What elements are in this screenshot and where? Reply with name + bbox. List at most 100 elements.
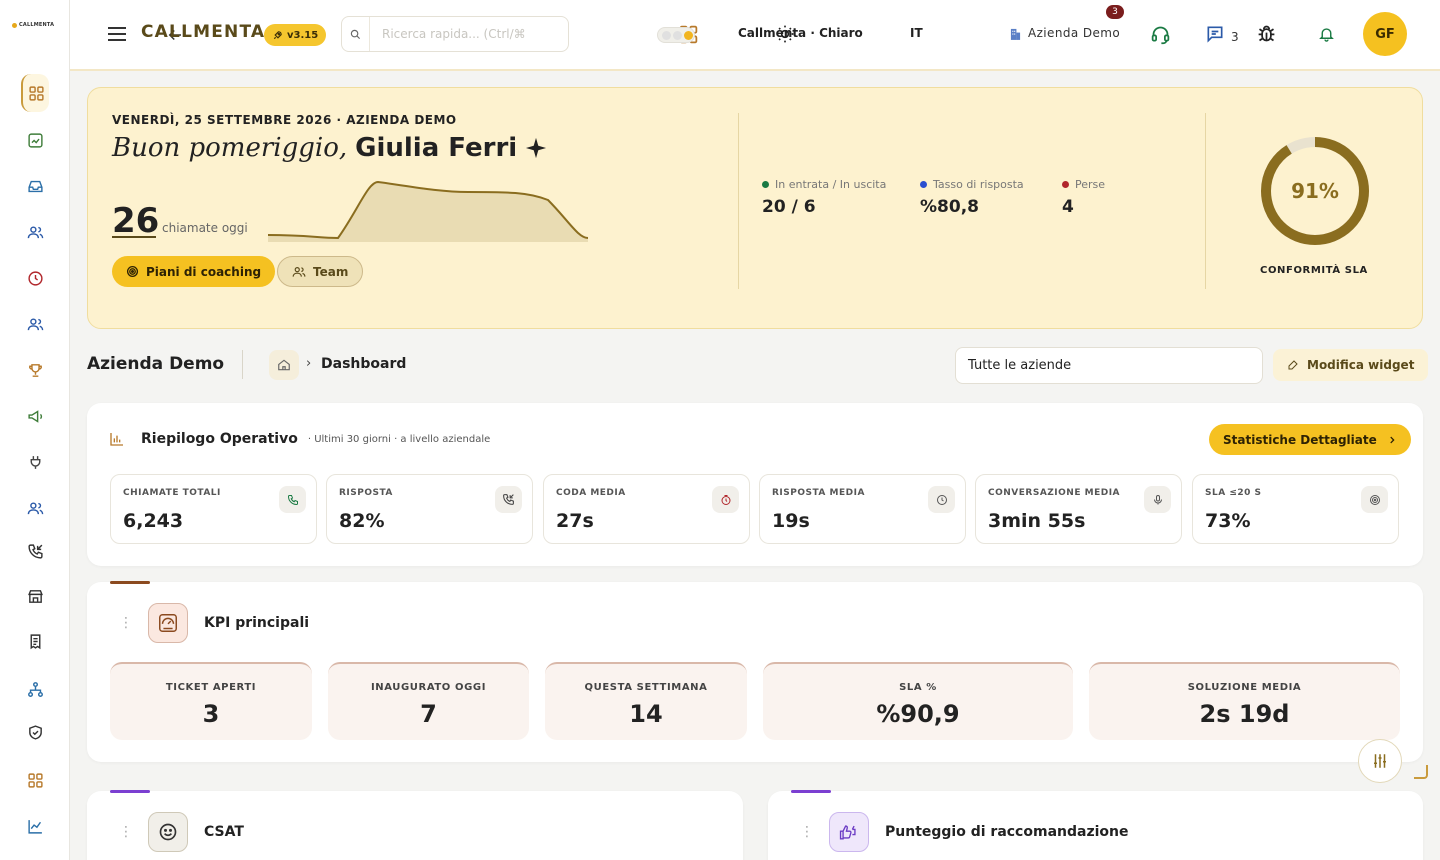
stat-value: 20 / 6 [762, 197, 816, 217]
headset-icon [1151, 26, 1170, 45]
sla-ring: 91% [1261, 137, 1369, 245]
kpi-value: 14 [629, 700, 663, 728]
bug-icon [1258, 25, 1275, 42]
sidebar-item-documents[interactable] [22, 628, 48, 654]
quick-search[interactable] [341, 16, 569, 52]
grid-icon [27, 772, 43, 788]
home-button[interactable] [269, 350, 299, 380]
bell-icon [1319, 28, 1334, 42]
status-dot-blue [920, 181, 927, 188]
sidebar-item-team[interactable] [22, 495, 48, 521]
metric-tile: CODA MEDIA 27s [543, 474, 750, 544]
sidebar-item-history[interactable] [22, 265, 48, 291]
drag-handle-icon[interactable]: ⋮ [119, 824, 133, 840]
sidebar-item-analytics[interactable] [22, 813, 48, 839]
nps-icon-box [829, 812, 869, 852]
metric-tile: RISPOSTA 82% [326, 474, 533, 544]
sidebar-item-reports[interactable] [22, 127, 48, 153]
chevron-right-icon [1390, 436, 1395, 443]
clock-icon [27, 270, 43, 286]
csat-title: CSAT [204, 824, 244, 840]
theme-toggle[interactable] [657, 27, 695, 43]
metric-value: 3min 55s [988, 510, 1086, 532]
kpi-icon-box [148, 603, 188, 643]
kpi-value: 3 [202, 700, 220, 728]
logo-mark [12, 22, 17, 28]
csat-header: ⋮ CSAT [119, 812, 244, 852]
metric-label: CODA MEDIA [556, 488, 626, 498]
sidebar-item-hierarchy[interactable] [22, 676, 48, 702]
kpi-accent-bar [110, 581, 150, 584]
bug-report-button[interactable] [1256, 23, 1277, 44]
edit-icon [1288, 360, 1298, 370]
menu-button[interactable] [106, 25, 128, 43]
summary-header: Riepilogo Operativo · Ultimi 30 giorni ·… [109, 431, 490, 447]
theme-label: Callmenta · Chiaro [738, 26, 863, 40]
edit-widget-button[interactable]: Modifica widget [1273, 349, 1429, 381]
notifications-button[interactable] [1318, 25, 1335, 43]
detailed-stats-button[interactable]: Statistiche Dettagliate [1209, 424, 1411, 455]
search-input[interactable] [370, 27, 560, 41]
drag-handle-icon[interactable]: ⋮ [800, 824, 814, 840]
timer-icon [721, 494, 730, 505]
sidebar-item-widgets[interactable] [22, 767, 48, 793]
logo[interactable]: CALLMENTA [12, 22, 54, 28]
stat-inbound-outbound: In entrata / In uscita 20 / 6 [762, 178, 886, 217]
kpi-label: TICKET APERTI [165, 682, 257, 693]
sidebar-item-contacts[interactable] [22, 219, 48, 245]
language-switch[interactable]: IT [910, 26, 923, 40]
version-label: v3.15 [287, 29, 319, 41]
sidebar-item-integrations[interactable] [22, 449, 48, 475]
users-icon [27, 225, 43, 238]
resize-handle[interactable] [1414, 765, 1428, 779]
sidebar-item-agents[interactable] [22, 311, 48, 337]
notification-count: 3 [1231, 30, 1239, 44]
theme-swatch-dark [662, 31, 671, 40]
sidebar-item-calls[interactable] [22, 538, 48, 564]
page-title: Azienda Demo [87, 354, 225, 374]
team-label: Team [313, 264, 349, 279]
thumbs-icon [839, 825, 856, 840]
sidebar-item-dashboard[interactable] [21, 74, 49, 112]
sidebar-item-leaderboard[interactable] [22, 357, 48, 383]
nps-title: Punteggio di raccomandazione [885, 824, 1129, 840]
chart-square-icon [27, 132, 43, 148]
sla-label: CONFORMITÀ SLA [1260, 265, 1368, 276]
sidebar-item-store[interactable] [22, 583, 48, 609]
company-select[interactable]: Tutte le aziende [955, 347, 1263, 384]
kpi-tile: QUESTA SETTIMANA 14 [545, 662, 747, 740]
widget-settings-button[interactable] [1358, 739, 1402, 783]
breadcrumb-current[interactable]: Dashboard [321, 356, 406, 372]
greeting-text: Buon pomeriggio, [112, 133, 348, 163]
user-avatar[interactable]: GF [1363, 12, 1407, 56]
kpi-tile: SLA % %90,9 [763, 662, 1073, 740]
rocket-icon [273, 30, 282, 39]
stat-missed: Perse 4 [1062, 178, 1105, 217]
topbar-divider [70, 69, 1440, 71]
nps-card: ⋮ Punteggio di raccomandazione [768, 791, 1423, 860]
coaching-plans-button[interactable]: Piani di coaching [112, 256, 276, 287]
phone-incoming-icon [27, 543, 43, 559]
drag-handle-icon[interactable]: ⋮ [119, 615, 133, 631]
calls-sparkline [268, 180, 588, 242]
target-icon [126, 265, 139, 278]
kpi-gauge-icon [159, 614, 177, 632]
theme-swatch-active [684, 31, 693, 40]
support-button[interactable] [1150, 24, 1171, 45]
metric-tile: RISPOSTA MEDIA 19s [759, 474, 966, 544]
summary-subtitle: · Ultimi 30 giorni · a livello aziendale [307, 433, 491, 445]
title-divider [242, 350, 243, 379]
company-switch[interactable]: Azienda Demo [1028, 26, 1120, 40]
metric-value: 82% [339, 510, 385, 532]
messages-button[interactable] [1205, 24, 1225, 44]
coaching-plans-label: Piani di coaching [146, 264, 262, 279]
sidebar-item-campaigns[interactable] [22, 403, 48, 429]
search-icon [350, 29, 361, 39]
sidebar-item-security[interactable] [22, 719, 48, 745]
brand-title: CALLMENTA [141, 22, 266, 42]
sidebar-item-inbox[interactable] [22, 173, 48, 199]
metric-label: RISPOSTA MEDIA [772, 488, 865, 498]
hero-greeting: Buon pomeriggio, Giulia Ferri [112, 133, 547, 163]
team-button[interactable]: Team [277, 256, 364, 287]
metric-label: CONVERSAZIONE MEDIA [988, 488, 1121, 498]
